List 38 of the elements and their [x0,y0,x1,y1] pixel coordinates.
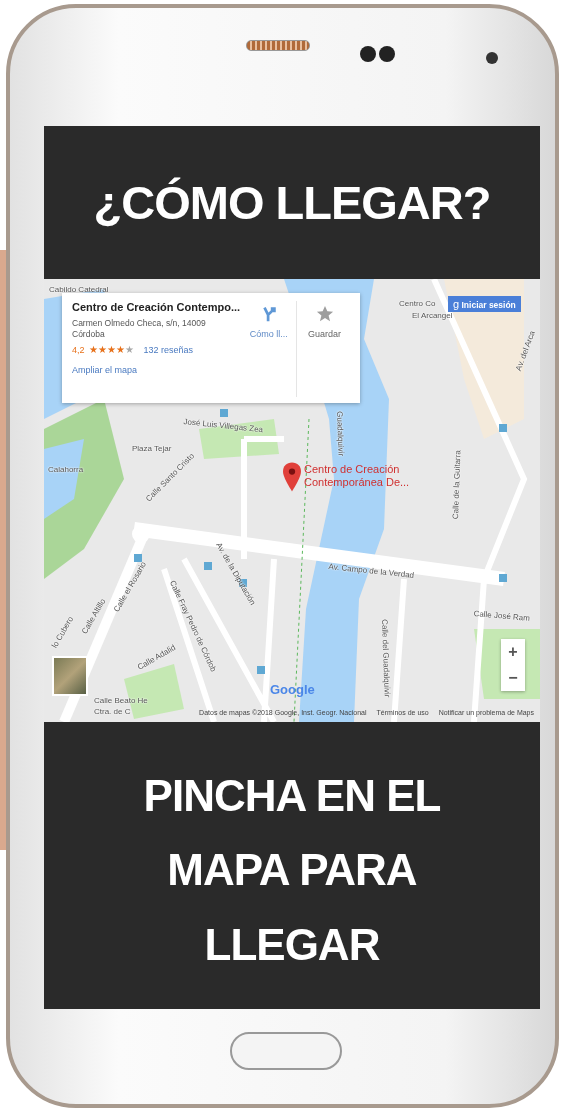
sensor-icon [486,52,498,64]
map-label: El Arcangel [412,311,453,320]
map-label: Calle José Ram [473,609,531,623]
zoom-out-button[interactable]: − [501,665,525,691]
reviews-link[interactable]: 132 reseñas [143,344,194,355]
place-address: Córdoba [72,329,106,340]
map-label: Calle Beato He [94,696,148,705]
enlarge-map-link[interactable]: Ampliar el mapa [72,365,242,375]
call-to-action-text: PINCHA EN EL [143,771,441,821]
map-label: Calle de la Guitarra [451,450,463,520]
speaker-grille [246,40,310,51]
place-title: Centro de Creación Contempo... [72,301,242,313]
map-label: Av. Campo de la Verdad [328,562,415,580]
call-to-action-text: MAPA PARA [167,846,417,895]
place-address: Carmen Olmedo Checa, s/n, 14009 [72,318,207,329]
heading: ¿CÓMO LLEGAR? [93,175,491,230]
map-label: Plaza Tejar [132,444,172,453]
zoom-in-button[interactable]: + [501,639,525,665]
star-rating: ★★★★★ [88,344,134,355]
map-label: Cabildo Catedral [49,285,109,294]
camera-icon [360,46,395,62]
map-label: Guadalquivir [335,411,346,457]
map-label: Av. del Arca [514,329,537,373]
place-label: Contemporánea De... [304,476,410,489]
sign-in-button[interactable]: g Iniciar sesión [448,296,521,312]
home-button[interactable] [230,1032,342,1070]
map-label: José Luis Villegas Zea [183,417,264,435]
star-icon [315,305,334,323]
map-label: Centro Co [399,299,436,308]
map-logo: Google [270,682,315,697]
map-label: Calle del Guadalquivir [380,619,392,698]
place-label: Centro de Creación [304,463,401,476]
call-to-action-text: LLEGAR [204,920,380,970]
rating-value: 4,2 [72,344,85,355]
map-label: Ctra. de C [94,707,131,716]
satellite-thumbnail[interactable] [52,656,88,696]
directions-button[interactable]: Cómo ll... [241,301,297,397]
save-button[interactable]: Guardar [296,301,352,397]
